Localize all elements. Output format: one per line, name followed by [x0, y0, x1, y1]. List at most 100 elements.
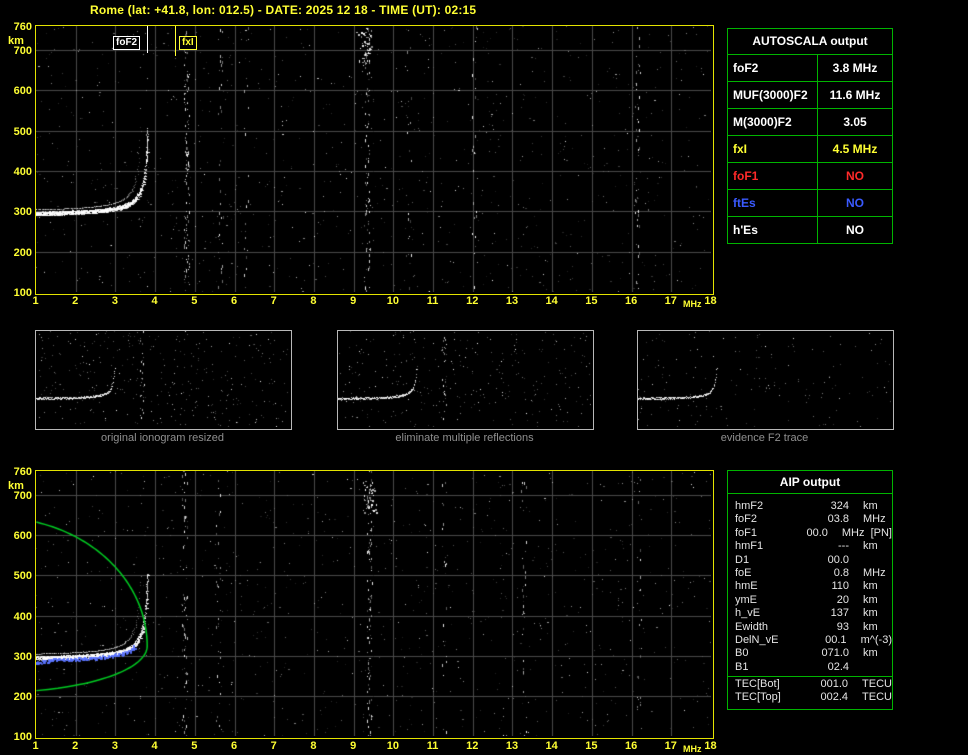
x-axis-label-12: 12	[466, 295, 479, 307]
aip-param-name: ymE	[735, 593, 757, 606]
aip-param-value: 137	[830, 607, 849, 620]
aip-row-hmf1: hmF1 --- km	[728, 540, 892, 553]
autoscala-row-h-es: h'Es NO	[728, 217, 892, 243]
y-axis-label-400: 400	[13, 610, 32, 623]
x-axis-label-13: 13	[505, 740, 519, 752]
aip-param-name: TEC[Bot]	[735, 678, 780, 691]
aip-param-name: TEC[Top]	[735, 691, 781, 704]
autoscala-param-value: 3.8 MHz	[832, 61, 878, 75]
aip-param-unit: MHz	[863, 513, 886, 526]
thumbnail-canvas-2	[338, 331, 591, 427]
aip-row-fof1: foF1 00.0 MHz [PN]	[728, 527, 892, 540]
fof2-marker-label: foF2	[113, 36, 141, 50]
y-axis-label-500: 500	[13, 125, 32, 138]
aip-param-value: 93	[836, 620, 849, 633]
aip-param-value: ---	[838, 540, 849, 553]
aip-table-rows: hmF2 324 km foF2 03.8 MHz foF1 00.0 MHz [PN] hmF1…	[728, 494, 892, 705]
y-axis-label-200: 200	[13, 246, 32, 259]
thumbnail-caption-1: original ionogram resized	[101, 432, 224, 444]
autoscala-table-title: AUTOSCALA output	[728, 29, 892, 55]
aip-param-value: 0.8	[833, 566, 849, 579]
autoscala-row-fof1: foF1 NO	[728, 163, 892, 190]
autoscala-row-ftes: ftEs NO	[728, 190, 892, 217]
aip-param-name: Ewidth	[735, 620, 769, 633]
autoscala-param-name: foF2	[728, 55, 818, 81]
x-axis-label-16: 16	[624, 295, 638, 307]
page-title: Rome (lat: +41.8, lon: 012.5) - DATE: 20…	[90, 3, 477, 17]
fof2-marker-line	[147, 26, 148, 53]
thumbnail-canvas-1	[36, 331, 289, 427]
x-axis-label-5: 5	[191, 740, 198, 752]
aip-param-unit: km	[863, 540, 878, 553]
autoscala-param-value: NO	[846, 169, 864, 183]
aip-row-hmf2: hmF2 324 km	[728, 500, 892, 513]
aip-param-name: D1	[735, 553, 750, 566]
y-axis-label-700: 700	[13, 490, 32, 503]
x-axis-label-10: 10	[386, 740, 399, 752]
thumbnail-3	[637, 330, 894, 430]
top-ionogram-canvas	[36, 26, 711, 292]
x-axis-label-16: 16	[624, 740, 638, 752]
aip-param-name: DelN_vE	[735, 633, 779, 646]
y-axis-label-300: 300	[13, 650, 32, 663]
fxi-marker-line	[175, 26, 176, 56]
x-axis-label-9: 9	[350, 740, 357, 752]
x-axis-label-3: 3	[111, 740, 118, 752]
x-axis-label-12: 12	[466, 740, 479, 752]
aip-param-unit: TECU	[862, 678, 892, 691]
aip-param-value: 00.1	[825, 633, 847, 646]
x-axis-label-9: 9	[350, 295, 357, 307]
thumbnail-1	[35, 330, 292, 430]
y-axis-label-500: 500	[13, 570, 32, 583]
aip-output-table: AIP output hmF2 324 km foF2 03.8 MHz foF1 00.0 M…	[727, 470, 893, 710]
aip-param-unit: MHz	[863, 566, 886, 579]
aip-param-unit: km	[863, 620, 878, 633]
aip-param-name: B1	[735, 660, 749, 673]
aip-param-value: 324	[830, 500, 849, 512]
aip-row-b1: B1 02.4	[728, 661, 892, 674]
thumbnail-caption-2: eliminate multiple reflections	[395, 432, 534, 444]
autoscala-param-value: 11.6 MHz	[829, 88, 881, 102]
aip-param-unit: km	[863, 500, 878, 512]
aip-param-unit: km	[863, 593, 878, 606]
x-axis-label-15: 15	[585, 740, 598, 752]
x-axis-label-4: 4	[151, 295, 158, 307]
aip-row-hme: hmE 110 km	[728, 580, 892, 593]
x-axis-label-11: 11	[426, 295, 439, 307]
y-axis-label-600: 600	[13, 85, 32, 98]
autoscala-param-name: MUF(3000)F2	[728, 82, 818, 108]
x-axis-label-6: 6	[230, 740, 238, 752]
aip-row-b0: B0 071.0 km	[728, 647, 892, 660]
autoscala-output-table: AUTOSCALA output foF2 3.8 MHz MUF(3000)F2 1…	[727, 28, 893, 244]
aip-param-name: B0	[735, 647, 749, 660]
autoscala-row-m-3000-f2: M(3000)F2 3.05	[728, 109, 892, 136]
aip-param-value: 00.0	[806, 526, 828, 539]
thumbnail-canvas-3	[638, 331, 891, 427]
aip-param-value: 20	[836, 593, 849, 606]
autoscala-param-name: h'Es	[728, 217, 818, 243]
x-axis-label-8: 8	[310, 740, 317, 752]
x-axis-unit: MHz	[683, 299, 702, 309]
aip-param-name: foE	[735, 566, 752, 579]
aip-param-name: hmE	[735, 580, 758, 593]
aip-param-name: foF1	[735, 526, 758, 539]
y-axis-label-760: 760	[13, 466, 32, 478]
x-axis-label-1: 1	[32, 295, 39, 307]
x-axis-label-1: 1	[32, 740, 39, 752]
x-axis-label-2: 2	[72, 740, 79, 752]
autoscala-param-name: ftEs	[728, 190, 818, 216]
x-axis-label-3: 3	[111, 295, 118, 307]
x-axis-label-2: 2	[72, 295, 79, 307]
aip-param-name: foF2	[735, 513, 758, 526]
y-axis-label-300: 300	[13, 206, 32, 219]
x-axis-label-11: 11	[426, 740, 439, 752]
aip-param-value: 110	[831, 580, 849, 593]
x-axis-label-4: 4	[151, 740, 158, 752]
aip-param-unit: m^(-3)	[860, 633, 892, 646]
aip-param-unit: MHz [PN]	[841, 526, 892, 539]
aip-param-unit: km	[863, 607, 878, 620]
fxi-marker-label: fxI	[179, 36, 197, 50]
x-axis-label-17: 17	[664, 295, 677, 307]
aip-row-d1: D1 00.0	[728, 554, 892, 567]
x-axis-label-10: 10	[386, 295, 399, 307]
